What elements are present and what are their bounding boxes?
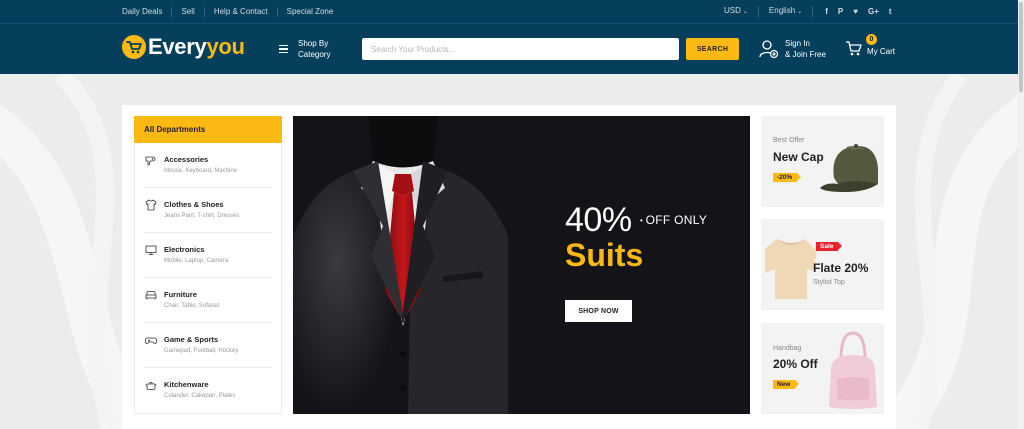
dept-item-kitchenware[interactable]: Kitchenware Colander, Cakepan, Plates <box>145 368 271 413</box>
banner-headline: Suits <box>565 237 644 273</box>
special-zone-link[interactable]: Special Zone <box>276 6 343 17</box>
top-image <box>765 239 817 299</box>
departments-title[interactable]: All Departments <box>134 116 282 143</box>
language-select[interactable]: English ⌄ <box>768 6 814 17</box>
promo-title: 20% Off <box>773 357 818 371</box>
promo-pre-label: Best Offer <box>773 137 805 144</box>
promo-title: Flate 20% <box>813 261 869 275</box>
banner-text: 40% OFF ONLY Suits <box>565 202 707 274</box>
promo-pre-label: Handbag <box>773 345 802 352</box>
heart-icon[interactable]: ♥ <box>853 7 858 16</box>
logo-text: Everyyou <box>148 34 245 59</box>
top-right: USD ⌄ English ⌄ f P ♥ G+ t <box>724 6 892 17</box>
sofa-icon <box>145 291 157 300</box>
currency-select[interactable]: USD ⌄ <box>724 6 759 17</box>
shop-by-line1: Shop By <box>298 39 329 48</box>
cart-logo-icon <box>122 35 146 59</box>
shop-by-category-button[interactable]: Shop By Category <box>279 38 330 60</box>
off-only-label: OFF ONLY <box>640 213 707 227</box>
dept-item-games[interactable]: Game & Sports Gamepad, Football, Hockey <box>145 323 271 368</box>
cart-link[interactable]: 0 My Cart <box>845 34 895 57</box>
handbag-image <box>829 331 877 409</box>
sell-link[interactable]: Sell <box>171 6 203 17</box>
sign-in-label: Sign In <box>785 39 810 48</box>
join-free-label: & Join Free <box>785 50 826 59</box>
promo-sub-label: Stylist Top <box>813 279 845 286</box>
gamepad-icon <box>145 337 157 344</box>
suit-image <box>293 116 553 414</box>
hairdryer-icon <box>145 156 156 166</box>
sign-in-link[interactable]: Sign In & Join Free <box>759 38 826 60</box>
menu-icon <box>279 44 288 54</box>
shop-by-line2: Category <box>298 50 331 59</box>
dept-item-clothes[interactable]: Clothes & Shoes Jeans Pant, T-shirt, Dre… <box>145 188 271 233</box>
site-logo[interactable]: Everyyou <box>122 35 245 59</box>
scrollbar-thumb[interactable] <box>1019 2 1023 92</box>
new-tag: New <box>773 380 800 389</box>
google-plus-icon[interactable]: G+ <box>868 7 879 16</box>
facebook-icon[interactable]: f <box>825 7 828 16</box>
tshirt-icon <box>145 199 157 211</box>
dept-item-accessories[interactable]: Accessories Mouse, Keyboard, Machine <box>145 143 271 188</box>
main-header: Everyyou Shop By Category SEARCH Sign In… <box>0 24 1018 74</box>
cart-icon <box>846 40 862 55</box>
hero-panel: All Departments Accessories Mouse, Keybo… <box>122 105 896 429</box>
departments-menu: All Departments Accessories Mouse, Keybo… <box>134 116 282 414</box>
dept-item-furniture[interactable]: Furniture Chair, Table, Sofaset <box>145 278 271 323</box>
cap-image <box>820 144 878 192</box>
hero-banner[interactable]: 40% OFF ONLY Suits SHOP NOW <box>293 116 750 414</box>
daily-deals-link[interactable]: Daily Deals <box>122 7 171 17</box>
chevron-down-icon: ⌄ <box>742 9 748 15</box>
currency-label: USD <box>724 6 741 15</box>
language-label: English <box>768 6 796 15</box>
tumblr-icon[interactable]: t <box>889 7 892 16</box>
discount-percent: 40% <box>565 201 632 239</box>
promo-new-cap[interactable]: Best Offer New Cap -20% <box>761 116 884 207</box>
pot-icon <box>145 382 157 390</box>
promo-handbag[interactable]: Handbag 20% Off New <box>761 323 884 414</box>
dept-item-electronics[interactable]: Electronics Mobile, Laptop, Camera <box>145 233 271 278</box>
user-add-icon <box>759 40 779 59</box>
cart-count-badge: 0 <box>866 34 877 45</box>
search-input[interactable] <box>362 38 679 60</box>
search-button[interactable]: SEARCH <box>686 38 739 60</box>
discount-tag: -20% <box>773 173 802 182</box>
pinterest-icon[interactable]: P <box>838 7 843 16</box>
page-scrollbar[interactable] <box>1018 0 1024 429</box>
shop-now-button[interactable]: SHOP NOW <box>565 300 632 322</box>
promo-stylist-top[interactable]: Sale Flate 20% Stylist Top <box>761 219 884 310</box>
monitor-icon <box>145 245 157 255</box>
top-links: Daily Deals Sell Help & Contact Special … <box>122 6 343 17</box>
sale-tag: Sale <box>816 242 843 251</box>
help-contact-link[interactable]: Help & Contact <box>203 6 277 17</box>
chevron-down-icon: ⌄ <box>797 9 803 15</box>
top-bar: Daily Deals Sell Help & Contact Special … <box>0 0 1018 24</box>
social-links: f P ♥ G+ t <box>825 7 891 16</box>
